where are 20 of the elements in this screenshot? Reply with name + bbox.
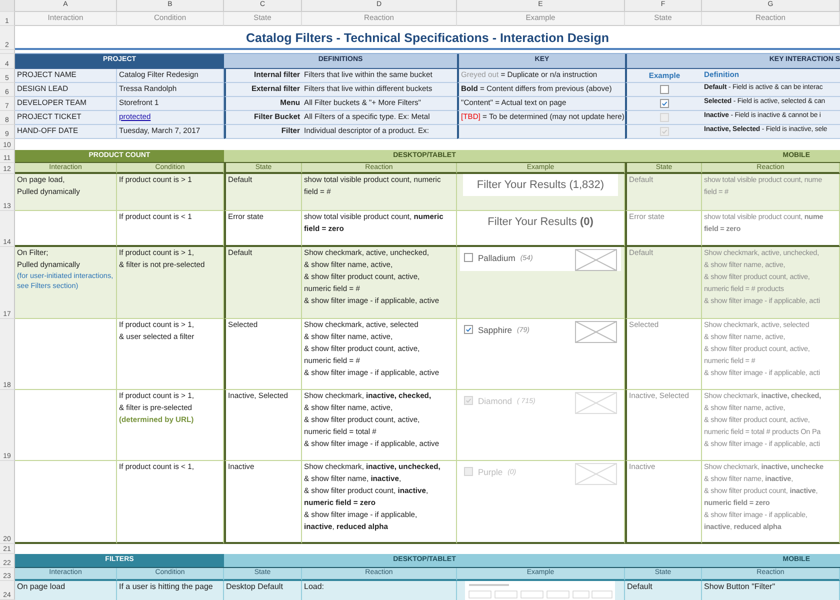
table-cell: Desktop Default [224,581,302,600]
checkbox[interactable] [660,85,669,94]
table-cell: Load: [302,581,457,600]
filter-name: Purple [478,466,503,478]
table-cell: On page load [15,581,117,600]
results-heading: Filter Your Results (1,832) [463,174,618,196]
filter-name: Sapphire [478,324,512,336]
table-cell: If a user is hitting the page [117,581,224,600]
table-cell: Show Button "Filter" [702,581,840,600]
table-cell: Default [625,581,702,600]
select-all-corner[interactable] [0,0,15,12]
filter-name: Diamond [478,395,512,407]
checkbox[interactable] [464,325,473,334]
image-placeholder-icon [575,392,617,414]
filter-name: Palladium [478,252,516,264]
checkbox[interactable] [464,253,473,262]
image-placeholder-icon [575,463,617,485]
sheet-title: Catalog Filters - Technical Specifications - Interaction Design [15,26,840,50]
checkbox[interactable] [660,99,669,108]
image-placeholder-icon [575,321,617,343]
